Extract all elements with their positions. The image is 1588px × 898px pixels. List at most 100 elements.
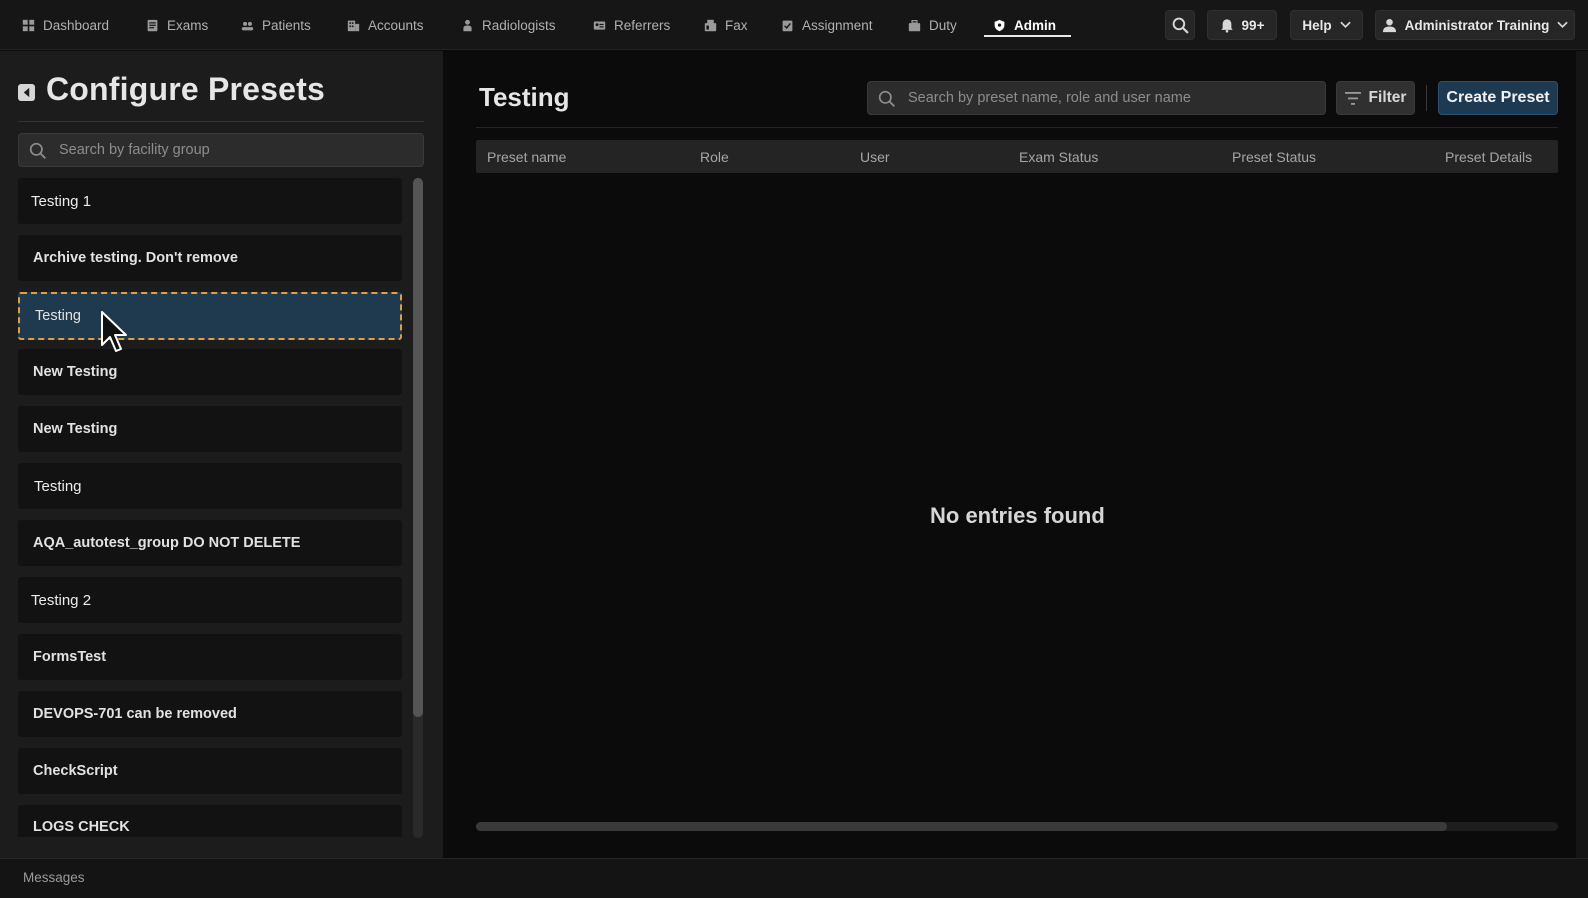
column-header[interactable]: Preset Status	[1232, 149, 1316, 165]
nav-accounts[interactable]: Accounts	[347, 12, 424, 38]
shield-icon	[994, 19, 1005, 31]
nav-duty[interactable]: Duty	[908, 12, 957, 38]
group-label: New Testing	[33, 364, 118, 380]
group-label: FormsTest	[33, 649, 107, 665]
messages-toggle[interactable]: Messages	[23, 870, 85, 885]
group-label: Testing	[35, 308, 81, 324]
duty-icon	[908, 19, 921, 31]
group-item[interactable]: New Testing	[18, 406, 402, 452]
nav-label: Admin	[1014, 17, 1056, 33]
search-icon	[1172, 17, 1189, 34]
nav-label: Referrers	[614, 17, 671, 33]
nav-label: Patients	[262, 17, 311, 33]
group-item[interactable]: LOGS CHECK	[18, 805, 402, 837]
chevron-down-icon	[1557, 21, 1569, 29]
fax-icon	[704, 19, 717, 31]
help-menu[interactable]: Help	[1290, 10, 1363, 40]
page-title: Configure Presets	[46, 71, 326, 107]
notification-count: 99+	[1241, 17, 1265, 33]
active-tab-indicator	[984, 35, 1071, 37]
filter-icon	[1344, 91, 1361, 105]
facility-group-list: Testing 1 Archive testing. Don't remove …	[18, 178, 402, 837]
group-label: Testing 2	[31, 591, 92, 609]
nav-radiologists[interactable]: Radiologists	[461, 12, 556, 38]
radiologist-icon	[463, 19, 472, 31]
group-item[interactable]: CheckScript	[18, 748, 402, 794]
accounts-icon	[347, 20, 360, 31]
nav-assignment[interactable]: Assignment	[781, 12, 873, 38]
dashboard-icon	[22, 19, 35, 31]
facility-group-search-input[interactable]	[19, 134, 423, 166]
column-header[interactable]: Role	[700, 149, 729, 165]
page-scrollbar[interactable]	[1576, 51, 1588, 858]
search-icon	[29, 142, 46, 159]
group-label: LOGS CHECK	[33, 819, 130, 835]
nav-label: Radiologists	[482, 17, 556, 33]
group-label: Testing 1	[31, 192, 92, 210]
group-item[interactable]: FormsTest	[18, 634, 402, 680]
group-item[interactable]: DEVOPS-701 can be removed	[18, 691, 402, 737]
user-menu[interactable]: Administrator Training	[1375, 10, 1575, 40]
nav-exams[interactable]: Exams	[146, 12, 208, 38]
global-search-button[interactable]	[1165, 10, 1195, 40]
preset-search[interactable]	[867, 81, 1326, 115]
top-navigation: Dashboard Exams Patients Accounts Radiol…	[0, 0, 1588, 50]
nav-referrers[interactable]: Referrers	[593, 12, 670, 38]
nav-label: Duty	[929, 17, 957, 33]
group-label: Archive testing. Don't remove	[33, 250, 238, 266]
group-item[interactable]: Testing 2	[18, 577, 402, 623]
nav-dashboard[interactable]: Dashboard	[22, 12, 109, 38]
group-label: DEVOPS-701 can be removed	[33, 706, 237, 722]
search-icon	[878, 90, 895, 107]
group-item[interactable]: Testing	[18, 463, 402, 509]
presets-table-header: Preset name Role User Exam Status Preset…	[476, 140, 1558, 173]
assignment-icon	[782, 20, 793, 31]
nav-label: Fax	[725, 17, 748, 33]
messages-bar: Messages	[0, 858, 1588, 898]
column-header[interactable]: Exam Status	[1019, 149, 1098, 165]
nav-label: Assignment	[802, 17, 873, 33]
referrers-icon	[593, 20, 606, 30]
group-label: Testing	[34, 477, 82, 495]
empty-state-message: No entries found	[930, 503, 1105, 528]
group-label: New Testing	[33, 421, 118, 437]
group-item[interactable]: New Testing	[18, 349, 402, 395]
notifications-button[interactable]: 99+	[1207, 10, 1277, 40]
back-icon[interactable]	[18, 84, 35, 101]
help-label: Help	[1302, 17, 1332, 33]
preset-search-input[interactable]	[868, 82, 1325, 114]
scrollbar-thumb[interactable]	[413, 178, 423, 717]
divider	[1426, 85, 1427, 111]
group-item[interactable]: AQA_autotest_group DO NOT DELETE	[18, 520, 402, 566]
nav-label: Accounts	[368, 17, 424, 33]
filter-button[interactable]: Filter	[1336, 81, 1415, 115]
nav-label: Dashboard	[43, 17, 110, 33]
group-item[interactable]: Testing 1	[18, 178, 402, 224]
exams-icon	[147, 19, 158, 31]
group-label: AQA_autotest_group DO NOT DELETE	[33, 535, 301, 551]
chevron-down-icon	[1339, 21, 1351, 29]
mouse-cursor-icon	[101, 311, 127, 352]
table-horizontal-scrollbar[interactable]	[476, 822, 1558, 831]
bell-icon	[1220, 18, 1233, 32]
group-label: CheckScript	[33, 763, 118, 779]
divider	[18, 121, 424, 122]
facility-group-search[interactable]	[18, 133, 424, 167]
column-header[interactable]: User	[860, 149, 890, 165]
nav-patients[interactable]: Patients	[241, 12, 311, 38]
user-name: Administrator Training	[1404, 17, 1550, 33]
group-item[interactable]: Archive testing. Don't remove	[18, 235, 402, 281]
divider	[476, 127, 1558, 128]
nav-fax[interactable]: Fax	[704, 12, 748, 38]
filter-label: Filter	[1368, 89, 1407, 106]
patients-icon	[241, 21, 254, 30]
column-header[interactable]: Preset name	[487, 149, 566, 165]
column-header[interactable]: Preset Details	[1445, 149, 1532, 165]
facility-group-title: Testing	[479, 82, 570, 112]
group-item-selected[interactable]: Testing	[18, 292, 402, 340]
nav-label: Exams	[167, 17, 209, 33]
user-icon	[1382, 18, 1396, 32]
scrollbar-thumb[interactable]	[476, 822, 1447, 831]
create-preset-button[interactable]: Create Preset	[1438, 81, 1558, 115]
group-list-scrollbar[interactable]	[413, 178, 423, 838]
